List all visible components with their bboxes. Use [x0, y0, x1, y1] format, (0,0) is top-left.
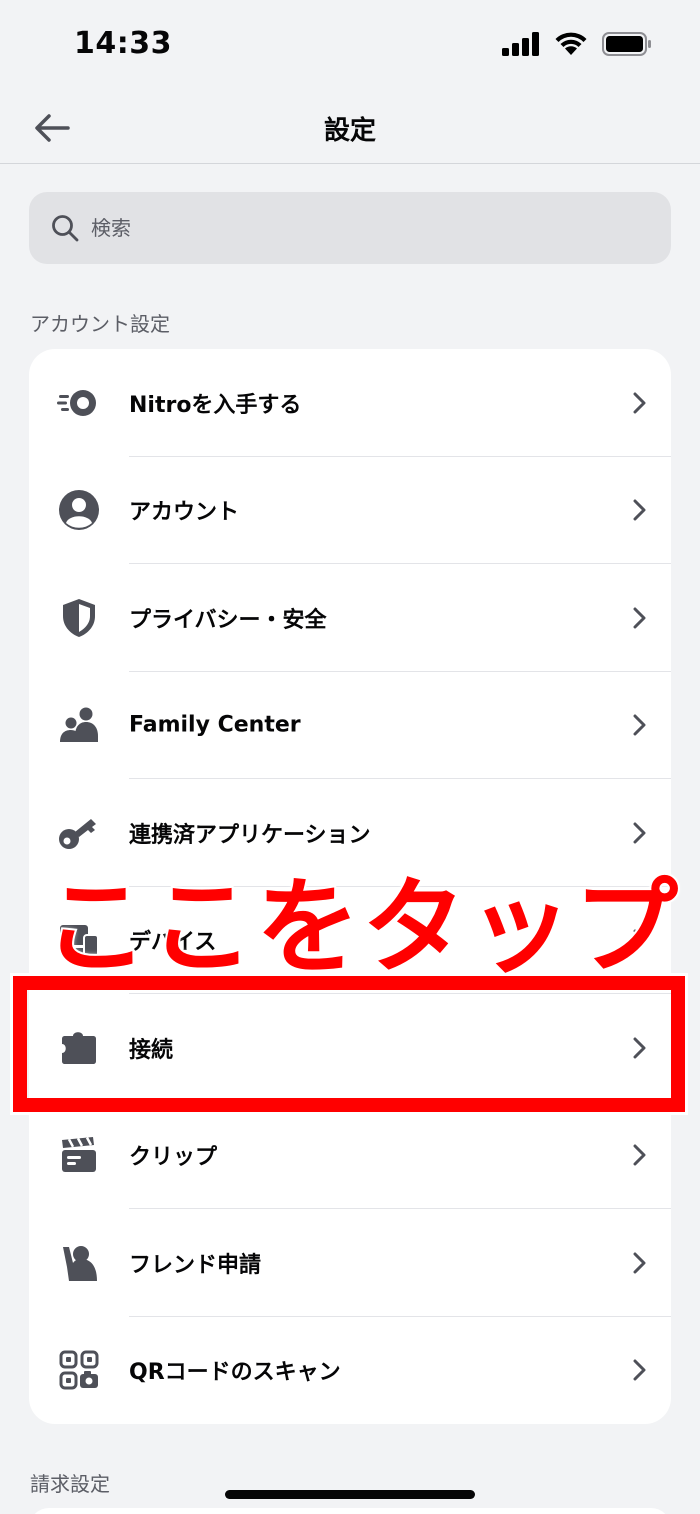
- settings-item-label: プライバシー・安全: [129, 607, 327, 633]
- chevron-right-icon: [633, 1144, 646, 1166]
- chevron-right-icon: [633, 499, 646, 521]
- search-box[interactable]: [29, 192, 671, 264]
- page-title: 設定: [323, 116, 376, 146]
- settings-item-label: クリップ: [129, 1145, 218, 1171]
- settings-item-nitro[interactable]: Nitroを入手する: [29, 349, 671, 457]
- search-input[interactable]: [91, 216, 611, 240]
- settings-item-label: QRコードのスキャン: [129, 1360, 341, 1386]
- shield-icon: [57, 596, 101, 640]
- settings-item-clips[interactable]: クリップ: [29, 1102, 671, 1209]
- chevron-right-icon: [633, 1252, 646, 1274]
- settings-item-privacy[interactable]: プライバシー・安全: [29, 564, 671, 672]
- account-icon: [57, 488, 101, 532]
- settings-item-label: フレンド申請: [129, 1252, 262, 1278]
- annotation-highlight-box: [13, 976, 685, 1112]
- settings-item-label: Family Center: [129, 712, 301, 738]
- nitro-icon: [57, 381, 101, 425]
- settings-item-label: Nitroを入手する: [129, 392, 302, 418]
- friend-request-icon: [57, 1241, 101, 1285]
- section-header-billing: 請求設定: [30, 1472, 110, 1496]
- signal-icon: [502, 32, 539, 56]
- family-icon: [57, 703, 101, 747]
- chevron-right-icon: [633, 607, 646, 629]
- settings-item-family-center[interactable]: Family Center: [29, 672, 671, 779]
- chevron-right-icon: [633, 1359, 646, 1381]
- settings-item-friend-requests[interactable]: フレンド申請: [29, 1209, 671, 1317]
- status-time: 14:33: [74, 26, 172, 61]
- chevron-right-icon: [633, 714, 646, 736]
- settings-item-qr-scan[interactable]: QRコードのスキャン: [29, 1317, 671, 1425]
- qr-scan-icon: [57, 1348, 101, 1392]
- settings-item-label: アカウント: [129, 500, 240, 526]
- search-icon: [52, 215, 79, 242]
- battery-icon: [602, 32, 651, 56]
- status-icons: [502, 32, 652, 56]
- clapper-icon: [57, 1133, 101, 1177]
- settings-item-account[interactable]: アカウント: [29, 457, 671, 564]
- annotation-callout: ここをタップ: [42, 864, 681, 990]
- billing-settings-list: [29, 1508, 671, 1514]
- wifi-icon: [555, 32, 587, 55]
- section-header-account: アカウント設定: [30, 312, 170, 336]
- home-indicator: [225, 1490, 475, 1499]
- status-bar: 14:33: [0, 0, 700, 92]
- chevron-right-icon: [633, 392, 646, 414]
- nav-bar: 設定: [0, 92, 700, 164]
